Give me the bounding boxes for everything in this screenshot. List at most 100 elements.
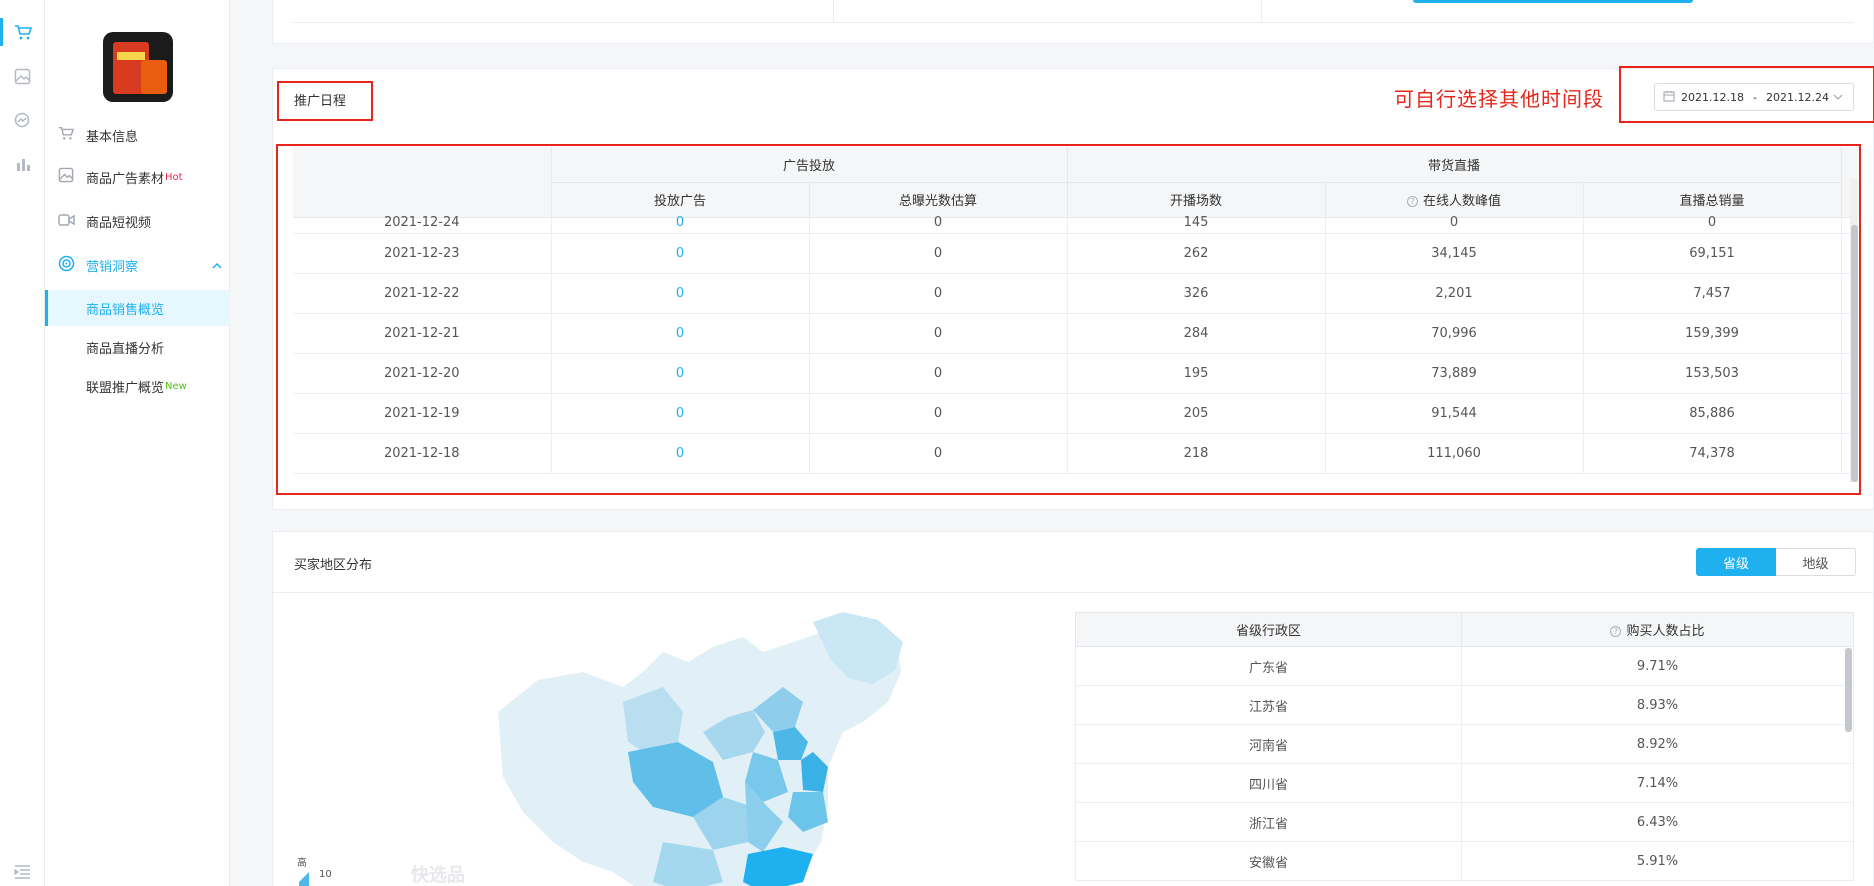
pct-cell: 8.93% xyxy=(1461,685,1854,725)
exposure-cell: 0 xyxy=(809,233,1068,274)
exposure-cell: 0 xyxy=(809,353,1068,394)
cart-icon[interactable] xyxy=(0,12,45,52)
column-header-label: 在线人数峰值 xyxy=(1423,194,1502,209)
table-scrollbar[interactable] xyxy=(1851,225,1858,482)
sessions-cell: 218 xyxy=(1067,433,1326,474)
province-table-scrollbar[interactable] xyxy=(1845,648,1852,732)
ads-cell[interactable]: 0 xyxy=(551,353,810,394)
province-cell: 江苏省 xyxy=(1075,685,1462,725)
help-icon[interactable]: ? xyxy=(1610,626,1622,637)
exposure-cell: 0 xyxy=(809,216,1068,234)
table-row: 安徽省 5.91% xyxy=(1075,841,1854,881)
pct-cell: 9.71% xyxy=(1461,646,1854,686)
sidebar-item-label: 商品短视频 xyxy=(86,215,152,231)
sidebar-subitem-sales-overview[interactable]: 商品销售概览 xyxy=(45,290,230,326)
sidebar-item-label: 基本信息 xyxy=(86,129,139,145)
sidebar-item-label: 营销洞察 xyxy=(86,259,139,275)
sidebar-item-short-video[interactable]: 商品短视频 xyxy=(45,203,230,239)
peak-cell: 34,145 xyxy=(1325,233,1584,274)
china-map: 高 10 快选品 xyxy=(283,592,1073,886)
sessions-cell: 195 xyxy=(1067,353,1326,394)
column-header: 开播场数 xyxy=(1067,182,1326,218)
annotation-hint: 可自行选择其他时间段 xyxy=(1394,87,1604,111)
sidebar-subitem-label: 商品直播分析 xyxy=(86,341,165,357)
chart-search-icon[interactable] xyxy=(0,100,45,140)
legend-triangle xyxy=(299,872,309,882)
province-table: 省级行政区 ? 购买人数占比 广东省 9.71% 江苏省 8.93% 河南省 8.92%… xyxy=(1075,612,1854,881)
sessions-cell: 145 xyxy=(1067,216,1326,234)
ads-cell[interactable]: 0 xyxy=(551,233,810,274)
sales-cell: 0 xyxy=(1583,216,1842,234)
table-row: 2021-12-24 0 0 145 0 0 xyxy=(293,216,1860,234)
province-level-button[interactable]: 省级 xyxy=(1696,548,1776,576)
insight-icon xyxy=(57,255,75,276)
help-icon[interactable]: ? xyxy=(1407,196,1418,207)
exposure-cell: 0 xyxy=(809,433,1068,474)
exposure-cell: 0 xyxy=(809,313,1068,354)
image-icon[interactable] xyxy=(0,56,45,96)
watermark: 快选品 xyxy=(411,865,465,886)
date-range-picker[interactable]: 2021.12.18 - 2021.12.24 xyxy=(1654,83,1854,111)
date-cell: 2021-12-18 xyxy=(293,433,552,474)
legend-value: 10 xyxy=(319,869,332,880)
date-cell: 2021-12-19 xyxy=(293,393,552,434)
group-header: 广告投放 xyxy=(551,147,1068,183)
province-cell: 安徽省 xyxy=(1075,841,1462,881)
column-header-label: 购买人数占比 xyxy=(1626,624,1705,639)
sessions-cell: 326 xyxy=(1067,273,1326,314)
top-summary-card xyxy=(272,0,1874,44)
bar-chart-icon[interactable] xyxy=(0,144,45,184)
table-row: 2021-12-21 0 0 284 70,996 159,399 xyxy=(293,313,1860,354)
ads-cell[interactable]: 0 xyxy=(551,273,810,314)
sidebar-subitem-label: 联盟推广概览 xyxy=(86,380,165,396)
ads-cell[interactable]: 0 xyxy=(551,433,810,474)
peak-cell: 91,544 xyxy=(1325,393,1584,434)
hot-badge: Hot xyxy=(165,171,183,183)
exposure-cell: 0 xyxy=(809,273,1068,314)
pct-cell: 7.14% xyxy=(1461,763,1854,803)
sidebar: 基本信息 商品广告素材 Hot 商品短视频 营销洞察 商品销售概览 商品直播分析… xyxy=(45,0,230,886)
date-start: 2021.12.18 xyxy=(1681,90,1744,104)
group-header: 带货直播 xyxy=(1067,147,1842,183)
collapse-icon[interactable] xyxy=(0,852,45,886)
summary-cell xyxy=(834,0,1262,23)
peak-cell: 73,889 xyxy=(1325,353,1584,394)
cart-icon xyxy=(57,125,75,145)
table-row: 河南省 8.92% xyxy=(1075,724,1854,764)
column-header: ? 在线人数峰值 xyxy=(1325,182,1584,218)
sidebar-item-basic-info[interactable]: 基本信息 xyxy=(45,117,230,153)
ads-cell[interactable]: 0 xyxy=(551,313,810,354)
summary-accent-bar xyxy=(1413,0,1693,3)
province-cell: 广东省 xyxy=(1075,646,1462,686)
sidebar-subitem-alliance-overview[interactable]: 联盟推广概览 New xyxy=(45,368,230,404)
sidebar-item-marketing-insight[interactable]: 营销洞察 xyxy=(45,247,230,283)
province-cell: 河南省 xyxy=(1075,724,1462,764)
column-header: ? 购买人数占比 xyxy=(1461,612,1854,647)
column-header: 直播总销量 xyxy=(1583,182,1842,218)
section-title: 推广日程 xyxy=(294,94,347,109)
pct-cell: 5.91% xyxy=(1461,841,1854,881)
schedule-table: 广告投放 带货直播 投放广告 总曝光数估算 开播场数 ? 在线人数峰值 直播总销量… xyxy=(293,147,1860,474)
date-separator: - xyxy=(1752,90,1757,104)
ads-cell[interactable]: 0 xyxy=(551,216,810,234)
column-header: 总曝光数估算 xyxy=(809,182,1068,218)
sessions-cell: 284 xyxy=(1067,313,1326,354)
table-row: 2021-12-19 0 0 205 91,544 85,886 xyxy=(293,393,1860,434)
sidebar-item-ad-material[interactable]: 商品广告素材 Hot xyxy=(45,159,230,195)
chevron-up-icon[interactable] xyxy=(212,259,222,272)
legend-bar xyxy=(299,882,309,886)
sidebar-subitem-live-analysis[interactable]: 商品直播分析 xyxy=(45,329,230,365)
calendar-icon xyxy=(1663,90,1675,105)
city-level-button[interactable]: 地级 xyxy=(1776,548,1856,576)
date-cell: 2021-12-22 xyxy=(293,273,552,314)
section-title: 买家地区分布 xyxy=(294,558,373,573)
table-corner xyxy=(293,147,552,218)
table-row: 2021-12-23 0 0 262 34,145 69,151 xyxy=(293,233,1860,274)
exposure-cell: 0 xyxy=(809,393,1068,434)
schedule-card: 推广日程 可自行选择其他时间段 2021.12.18 - 2021.12.24 … xyxy=(272,66,1874,510)
product-thumbnail xyxy=(103,32,173,102)
sales-cell: 74,378 xyxy=(1583,433,1842,474)
level-toggle: 省级 地级 xyxy=(1696,548,1856,576)
table-row: 广东省 9.71% xyxy=(1075,646,1854,686)
ads-cell[interactable]: 0 xyxy=(551,393,810,434)
